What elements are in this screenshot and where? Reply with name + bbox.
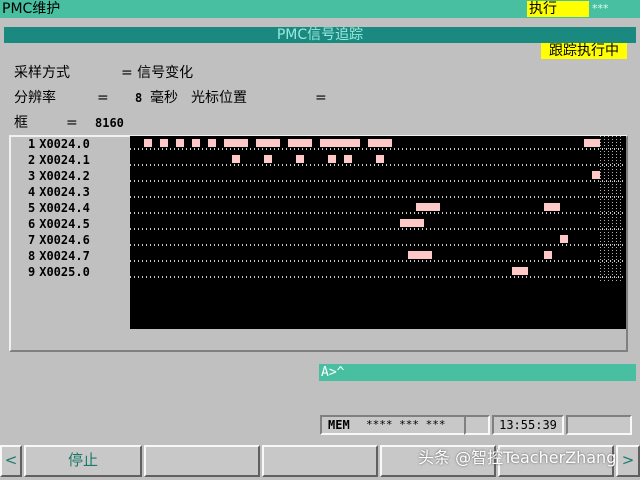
signal-track-6	[130, 219, 626, 230]
resolution-label: 分辨率	[14, 90, 56, 106]
signal-name: X0024.6	[39, 233, 90, 247]
signal-pulse	[328, 155, 336, 163]
screen-title: PMC信号追踪	[4, 27, 636, 43]
signal-track-1	[130, 139, 626, 150]
status-stars: **** *** ***	[366, 418, 446, 431]
cursor-position-eq: =	[315, 90, 327, 106]
signal-track-2	[130, 155, 626, 166]
signal-track-8	[130, 251, 626, 262]
signal-pulse	[320, 139, 360, 147]
status-empty-box	[566, 415, 632, 435]
signal-pulse	[192, 139, 200, 147]
signal-index: 7	[28, 233, 36, 247]
signal-track-7	[130, 235, 626, 246]
signal-name: X0024.7	[39, 249, 90, 263]
app-title: PMC维护	[2, 1, 61, 17]
softkey-3[interactable]	[262, 445, 378, 477]
signal-pulse	[560, 235, 568, 243]
signal-index: 8	[28, 249, 36, 263]
signal-pulse	[584, 139, 600, 147]
cursor-position-label: 光标位置	[191, 90, 247, 106]
signal-index: 6	[28, 217, 36, 231]
signal-name: X0024.4	[39, 201, 90, 215]
signal-label-2: 2 X0024.1	[28, 152, 128, 168]
signal-pulse	[160, 139, 168, 147]
signal-pulse	[544, 203, 560, 211]
signal-pulse	[288, 139, 312, 147]
signal-pulse	[344, 155, 352, 163]
signal-index: 2	[28, 153, 36, 167]
signal-pulse	[176, 139, 184, 147]
resolution-value: 8	[135, 91, 143, 105]
sampling-label: 采样方式	[14, 65, 70, 81]
grid-dotted-line	[600, 136, 601, 282]
signal-name: X0025.0	[39, 265, 90, 279]
resolution-eq: =	[97, 90, 109, 106]
status-spacer-box	[464, 415, 490, 435]
grid-dotted-line	[612, 136, 613, 282]
signal-pulse	[376, 155, 384, 163]
grid-dotted-line	[620, 136, 621, 282]
signal-name: X0024.1	[39, 153, 90, 167]
frame-value: 8160	[95, 116, 124, 130]
signal-pulse	[264, 155, 272, 163]
signal-track-3	[130, 171, 626, 182]
softkey-stop[interactable]: 停止	[24, 445, 142, 477]
signal-index: 5	[28, 201, 36, 215]
signal-pulse	[144, 139, 152, 147]
signal-pulse	[256, 139, 280, 147]
signal-label-6: 6 X0024.5	[28, 216, 128, 232]
trace-status-badge: 跟踪执行中	[541, 43, 627, 59]
signal-index: 1	[28, 137, 36, 151]
grid-dotted-line	[604, 136, 605, 282]
signal-pulse	[296, 155, 304, 163]
signal-track-5	[130, 203, 626, 214]
signal-index: 4	[28, 185, 36, 199]
signal-pulse	[368, 139, 392, 147]
signal-track-4	[130, 187, 626, 198]
grid-dotted-line	[616, 136, 617, 282]
signal-pulse	[224, 139, 248, 147]
signal-track-9	[130, 267, 626, 278]
softkey-prev-arrow[interactable]: <	[0, 445, 22, 477]
frame-eq: =	[66, 115, 78, 131]
signal-pulse	[208, 139, 216, 147]
signal-pulse	[512, 267, 528, 275]
frame-label: 框	[14, 115, 28, 131]
exec-status-stars: ***	[592, 2, 609, 15]
signal-name: X0024.3	[39, 185, 90, 199]
signal-pulse	[408, 251, 432, 259]
signal-pulse	[416, 203, 440, 211]
signal-trace-grid[interactable]	[130, 136, 626, 329]
signal-label-3: 3 X0024.2	[28, 168, 128, 184]
signal-pulse	[232, 155, 240, 163]
signal-label-5: 5 X0024.4	[28, 200, 128, 216]
signal-index: 9	[28, 265, 36, 279]
softkey-2[interactable]	[144, 445, 260, 477]
signal-name: X0024.0	[39, 137, 90, 151]
softkey-next-arrow[interactable]: >	[616, 445, 640, 477]
signal-label-1: 1 X0024.0	[28, 136, 128, 152]
grid-dotted-line	[608, 136, 609, 282]
signal-label-4: 4 X0024.3	[28, 184, 128, 200]
signal-pulse	[400, 219, 424, 227]
sampling-value: = 信号变化	[121, 65, 194, 81]
signal-index: 3	[28, 169, 36, 183]
signal-pulse	[544, 251, 552, 259]
mode-indicator: MEM	[328, 418, 350, 432]
exec-status-badge: 执行	[527, 1, 589, 17]
clock: 13:55:39	[492, 415, 564, 435]
signal-label-9: 9 X0025.0	[28, 264, 128, 280]
signal-name: X0024.5	[39, 217, 90, 231]
signal-pulse	[592, 171, 600, 179]
signal-label-7: 7 X0024.6	[28, 232, 128, 248]
command-input-line[interactable]: A>^	[319, 364, 636, 381]
signal-label-8: 8 X0024.7	[28, 248, 128, 264]
signal-name: X0024.2	[39, 169, 90, 183]
resolution-unit: 毫秒	[150, 90, 178, 106]
watermark-text: 头条 @智控TeacherZhang	[418, 448, 617, 467]
